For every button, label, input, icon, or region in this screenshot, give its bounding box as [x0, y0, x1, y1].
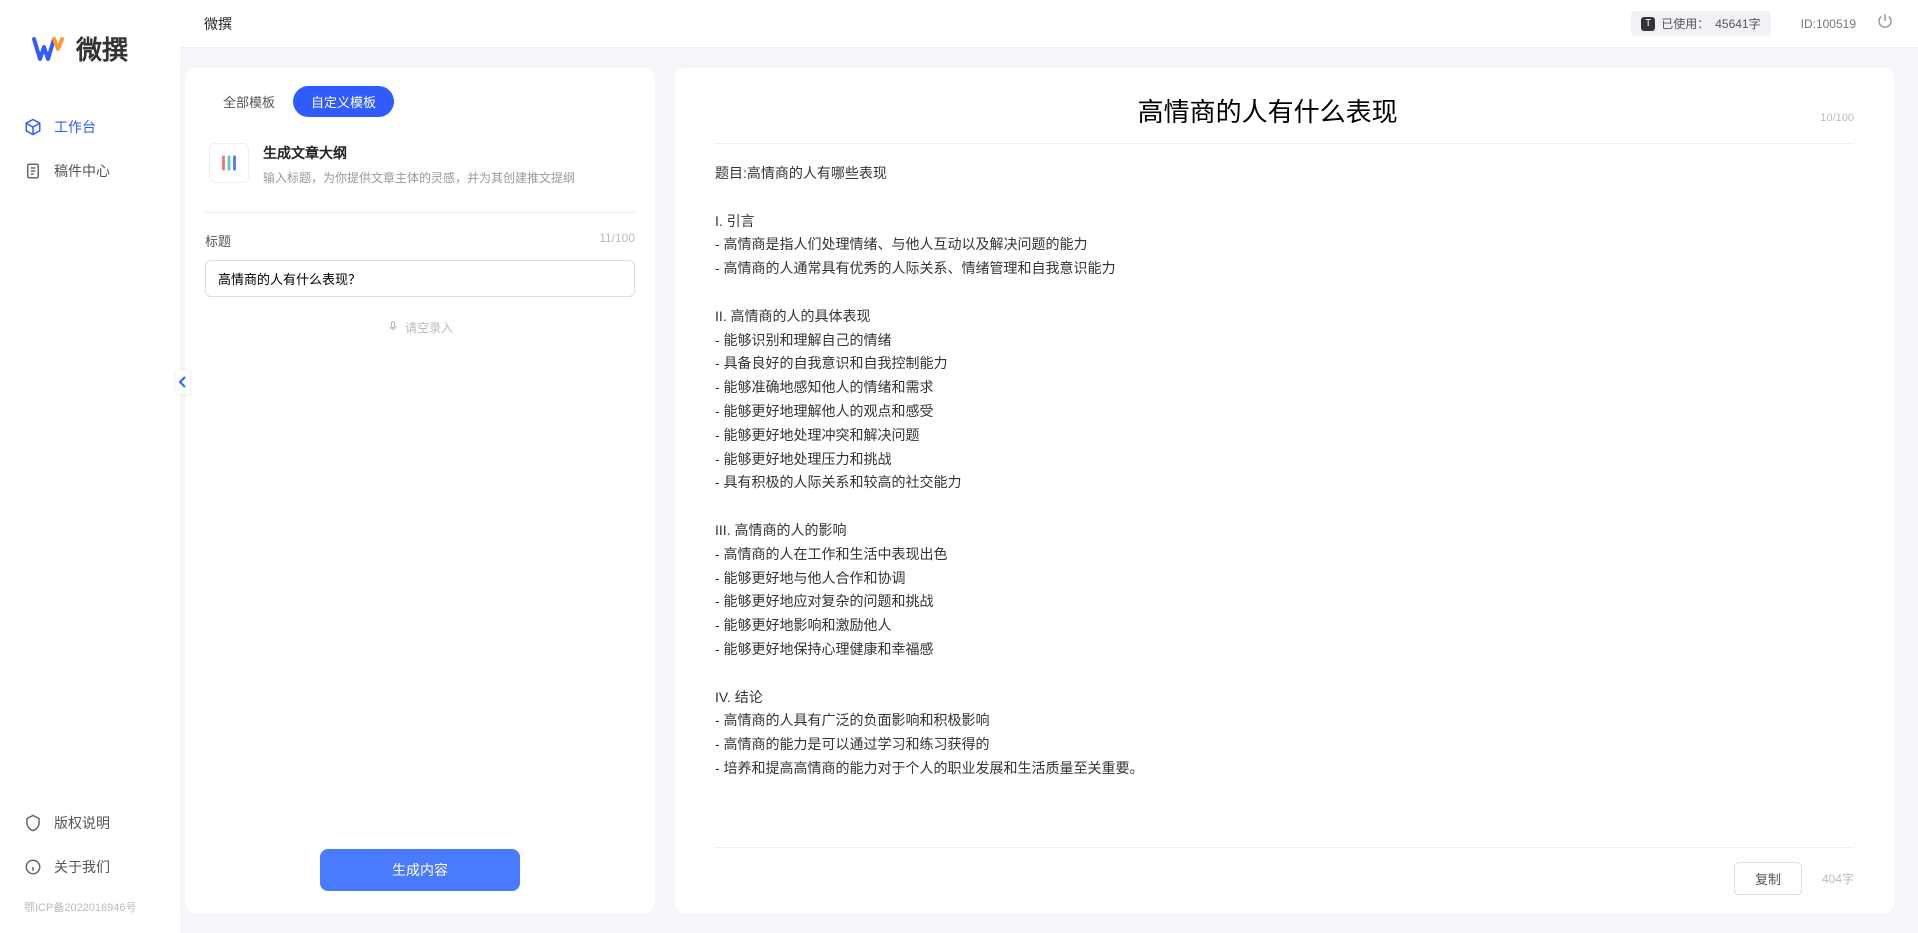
nav-item-workbench[interactable]: 工作台	[10, 107, 170, 147]
field-label-row: 标题 11/100	[205, 231, 635, 250]
usage-value: 45641字	[1715, 15, 1760, 32]
output-footer: 复制 404字	[715, 847, 1854, 895]
title-input-wrapper	[205, 260, 635, 297]
nav-item-copyright[interactable]: 版权说明	[10, 803, 170, 843]
topbar: 微撰 T 已使用： 45641字 ID:100519	[180, 0, 1918, 48]
usage-icon: T	[1641, 17, 1655, 31]
cube-icon	[24, 118, 42, 136]
template-title: 生成文章大纲	[263, 143, 631, 163]
nav-item-about[interactable]: 关于我们	[10, 847, 170, 887]
content: 全部模板 自定义模板 生成文章大纲 输入标题，为你提供文章主体的灵感，并为其创建…	[180, 48, 1918, 933]
nav-list: 工作台 稿件中心	[0, 107, 180, 793]
template-icon	[209, 143, 249, 183]
output-title: 高情商的人有什么表现	[715, 92, 1820, 129]
field-label: 标题	[205, 231, 231, 250]
nav-label: 关于我们	[54, 857, 110, 877]
sidebar: 微撰 工作台 稿件中心 版权说明	[0, 0, 180, 933]
word-count: 404字	[1822, 870, 1854, 887]
logo-text: 微撰	[76, 30, 128, 67]
user-id: ID:100519	[1801, 17, 1856, 31]
mic-icon	[387, 320, 399, 335]
logo[interactable]: 微撰	[0, 0, 180, 107]
output-body[interactable]: 题目:高情商的人有哪些表现 I. 引言 - 高情商是指人们处理情绪、与他人互动以…	[715, 162, 1854, 837]
nav-item-drafts[interactable]: 稿件中心	[10, 151, 170, 191]
doc-icon	[24, 162, 42, 180]
nav-label: 工作台	[54, 117, 96, 137]
page-title: 微撰	[204, 14, 1631, 34]
generate-button[interactable]: 生成内容	[320, 849, 520, 891]
nav-label: 稿件中心	[54, 161, 110, 181]
tab-all-templates[interactable]: 全部模板	[205, 86, 293, 117]
template-card[interactable]: 生成文章大纲 输入标题，为你提供文章主体的灵感，并为其创建推文提纲	[205, 135, 635, 194]
panel-right: 高情商的人有什么表现 10/100 题目:高情商的人有哪些表现 I. 引言 - …	[675, 68, 1894, 913]
icp-text: 鄂ICP备2022016946号	[10, 891, 170, 923]
sidebar-bottom: 版权说明 关于我们 鄂ICP备2022016946号	[0, 793, 180, 933]
output-header: 高情商的人有什么表现 10/100	[715, 92, 1854, 144]
title-input[interactable]	[205, 260, 635, 297]
collapse-handle[interactable]	[176, 370, 190, 394]
voice-input-row[interactable]: 请空录入	[185, 311, 655, 344]
voice-hint: 请空录入	[405, 319, 453, 336]
output-title-count: 10/100	[1820, 112, 1854, 124]
shield-icon	[24, 814, 42, 832]
info-icon	[24, 858, 42, 876]
tab-custom-templates[interactable]: 自定义模板	[293, 86, 394, 117]
field-count: 11/100	[599, 231, 635, 250]
logo-icon	[30, 31, 66, 67]
copy-button[interactable]: 复制	[1734, 862, 1802, 895]
main: 微撰 T 已使用： 45641字 ID:100519 全部模板 自定义模板	[180, 0, 1918, 933]
nav-label: 版权说明	[54, 813, 110, 833]
template-tabs: 全部模板 自定义模板	[205, 86, 635, 117]
template-info: 生成文章大纲 输入标题，为你提供文章主体的灵感，并为其创建推文提纲	[263, 143, 631, 186]
panel-left: 全部模板 自定义模板 生成文章大纲 输入标题，为你提供文章主体的灵感，并为其创建…	[185, 68, 655, 913]
spacer	[185, 344, 655, 849]
usage-badge[interactable]: T 已使用： 45641字	[1631, 11, 1770, 36]
power-icon[interactable]	[1876, 12, 1894, 35]
usage-prefix: 已使用：	[1661, 15, 1709, 32]
divider	[205, 212, 635, 213]
template-desc: 输入标题，为你提供文章主体的灵感，并为其创建推文提纲	[263, 169, 631, 186]
